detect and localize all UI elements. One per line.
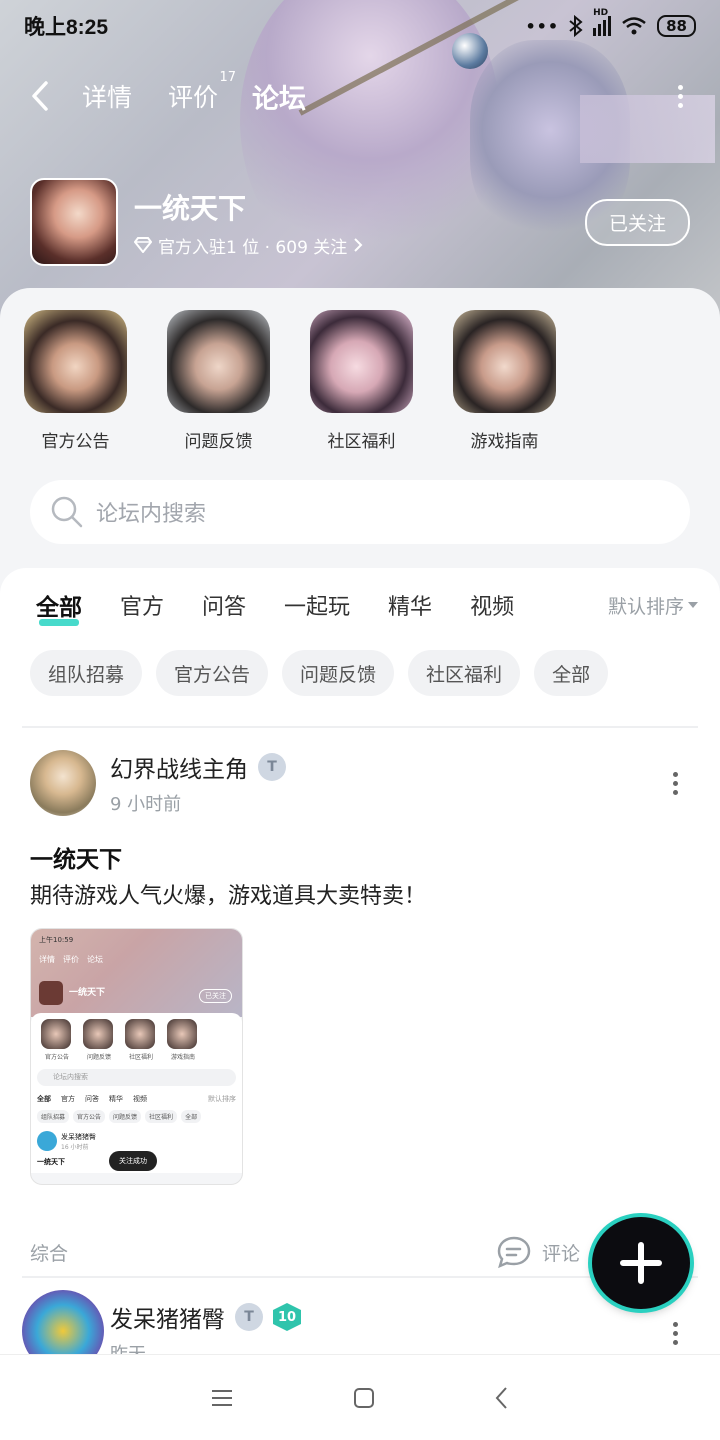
post-footer: 综合 评论 (30, 1232, 690, 1272)
user-badge-icon: T (258, 753, 286, 781)
category-welfare[interactable]: 社区福利 (310, 310, 413, 452)
more-options-button[interactable] (670, 81, 690, 111)
post-body: 期待游戏人气火爆，游戏道具大卖特卖！ (30, 884, 427, 909)
game-name: 一统天下 (134, 191, 247, 225)
post-time: 9 小时前 (110, 794, 182, 815)
more-notifications-icon: ••• (525, 16, 560, 36)
chip-all[interactable]: 全部 (534, 650, 609, 696)
top-nav: 详情 评价 17 论坛 (30, 70, 690, 122)
chevron-right-icon (354, 238, 363, 252)
sort-dropdown[interactable]: 默认排序 (608, 592, 698, 619)
level-badge: 10 (273, 1303, 301, 1331)
feed-tab-all[interactable]: 全部 (36, 588, 82, 626)
chip-official-announcement[interactable]: 官方公告 (156, 650, 269, 696)
chip-team-recruit[interactable]: 组队招募 (30, 650, 143, 696)
post-card[interactable]: 幻界战线主角 T 9 小时前 一统天下 期待游戏人气火爆，游戏道具大卖特卖！ 上… (30, 750, 690, 1290)
home-icon[interactable] (352, 1386, 376, 1410)
category-image (24, 310, 127, 413)
game-meta[interactable]: 官方入驻1 位 · 609 关注 (134, 233, 363, 258)
back-button[interactable] (30, 76, 60, 116)
tab-reviews[interactable]: 评价 17 (164, 70, 236, 114)
menu-icon[interactable] (210, 1388, 234, 1408)
avatar[interactable] (30, 750, 96, 816)
reviews-count-badge: 17 (219, 70, 237, 85)
bluetooth-icon (569, 15, 583, 37)
category-official-announcement[interactable]: 官方公告 (24, 310, 127, 452)
status-bar: 晚上8:25 ••• HD 88 (24, 8, 696, 42)
post-title: 一统天下 (30, 847, 122, 873)
forum-search-input[interactable]: 论坛内搜索 (30, 480, 690, 544)
back-icon[interactable] (494, 1385, 510, 1411)
divider (22, 726, 698, 728)
category-label: 问题反馈 (184, 432, 253, 452)
filter-chips: 组队招募 官方公告 问题反馈 社区福利 全部 (30, 650, 609, 696)
game-icon[interactable] (30, 178, 118, 266)
feed-tab-featured[interactable]: 精华 (388, 589, 432, 621)
back-arrow-icon (32, 81, 48, 111)
category-shortcuts: 官方公告 问题反馈 社区福利 游戏指南 (24, 310, 556, 452)
chip-feedback[interactable]: 问题反馈 (282, 650, 395, 696)
chip-welfare[interactable]: 社区福利 (408, 650, 521, 696)
status-time: 晚上8:25 (24, 16, 109, 39)
feed-tabs: 全部 官方 问答 一起玩 精华 视频 默认排序 (36, 588, 698, 626)
game-meta-text: 官方入驻1 位 · 609 关注 (158, 237, 348, 258)
tab-details[interactable]: 详情 (78, 78, 136, 114)
forum-content: 官方公告 问题反馈 社区福利 游戏指南 论坛内搜索 全部 官方 问答 一起玩 精… (0, 288, 720, 1372)
post-more-button[interactable] (673, 772, 678, 795)
wifi-icon (622, 17, 646, 35)
category-guide[interactable]: 游戏指南 (453, 310, 556, 452)
feed-tab-play-together[interactable]: 一起玩 (284, 589, 350, 621)
comment-icon (497, 1236, 531, 1269)
post-more-button[interactable] (673, 1322, 678, 1345)
caret-down-icon (688, 602, 698, 608)
search-icon (51, 496, 83, 528)
plus-icon (620, 1242, 662, 1284)
create-post-button[interactable] (592, 1217, 690, 1309)
search-placeholder: 论坛内搜索 (96, 502, 207, 527)
comment-label: 评论 (541, 1242, 580, 1265)
post-tag[interactable]: 综合 (30, 1239, 68, 1266)
category-label: 社区福利 (327, 432, 396, 452)
category-label: 官方公告 (41, 432, 110, 452)
tab-forum[interactable]: 论坛 (248, 77, 310, 116)
follow-button[interactable]: 已关注 (584, 198, 690, 246)
diamond-icon (134, 237, 152, 253)
feed-tab-video[interactable]: 视频 (470, 589, 514, 621)
category-image (453, 310, 556, 413)
sort-label: 默认排序 (607, 595, 684, 618)
feed-tab-qa[interactable]: 问答 (202, 589, 246, 621)
signal-icon: HD (593, 8, 612, 36)
feed-tab-official[interactable]: 官方 (120, 589, 164, 621)
user-badge-icon: T (235, 1303, 263, 1331)
category-image (310, 310, 413, 413)
post-author[interactable]: 幻界战线主角 T (110, 750, 286, 784)
system-nav-bar (0, 1354, 720, 1440)
category-feedback[interactable]: 问题反馈 (167, 310, 270, 452)
header-banner (0, 0, 720, 330)
game-info: 一统天下 官方入驻1 位 · 609 关注 已关注 (30, 178, 690, 266)
category-label: 游戏指南 (470, 432, 539, 452)
battery-indicator: 88 (657, 15, 696, 37)
comment-button[interactable]: 评论 (496, 1235, 580, 1269)
post-image[interactable]: 上午10:59 详情 评价 论坛 一统天下 已关注 官方公告 问题反馈 社区福利 (30, 928, 243, 1185)
category-image (167, 310, 270, 413)
post-author[interactable]: 发呆猪猪臀 T 10 (110, 1300, 301, 1334)
